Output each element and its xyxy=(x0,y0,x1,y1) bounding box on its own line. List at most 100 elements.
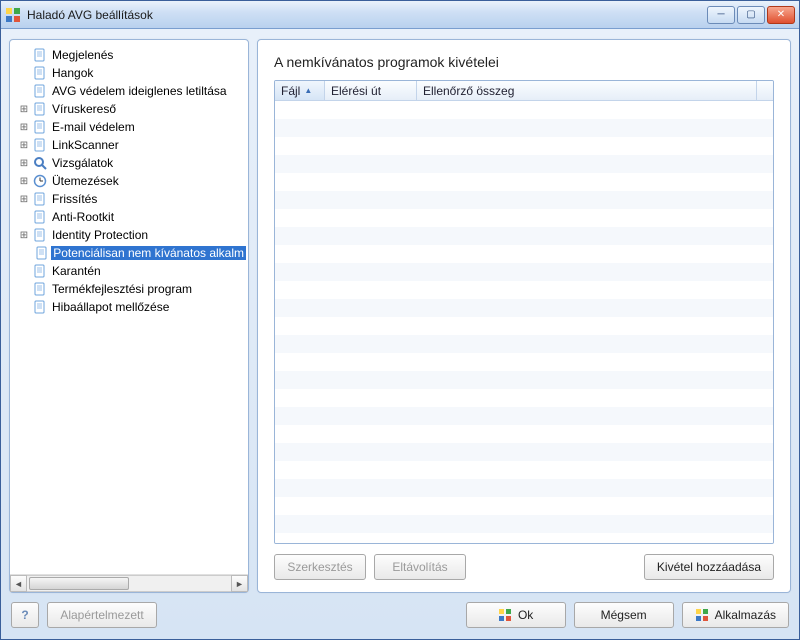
pane-title: A nemkívánatos programok kivételei xyxy=(274,54,774,70)
apply-label: Alkalmazás xyxy=(715,608,776,622)
tree-item[interactable]: AVG védelem ideiglenes letiltása xyxy=(14,82,246,100)
expand-icon[interactable]: ⊞ xyxy=(18,140,30,151)
tree-item[interactable]: ⊞ Frissítés xyxy=(14,190,246,208)
tree-item-label: Karantén xyxy=(50,264,103,278)
scroll-track[interactable] xyxy=(27,575,231,592)
tree-item-label: Hangok xyxy=(50,66,95,80)
ok-label: Ok xyxy=(518,608,533,622)
exceptions-table: Fájl ▲ Elérési út Ellenőrző összeg xyxy=(274,80,774,544)
ok-button[interactable]: Ok xyxy=(466,602,566,628)
shield-icon xyxy=(498,608,512,622)
doc-icon xyxy=(32,137,48,153)
scroll-thumb[interactable] xyxy=(29,577,129,590)
titlebar[interactable]: Haladó AVG beállítások ─ ▢ ✕ xyxy=(1,1,799,29)
tree-item-label: AVG védelem ideiglenes letiltása xyxy=(50,84,229,98)
remove-button[interactable]: Eltávolítás xyxy=(374,554,466,580)
apply-button[interactable]: Alkalmazás xyxy=(682,602,789,628)
nav-tree[interactable]: Megjelenés Hangok AVG védelem ideiglenes l… xyxy=(10,40,248,574)
tree-item-label: Vizsgálatok xyxy=(50,156,115,170)
expand-icon[interactable]: ⊞ xyxy=(18,158,30,169)
tree-item-label: Termékfejlesztési program xyxy=(50,282,194,296)
edit-button[interactable]: Szerkesztés xyxy=(274,554,366,580)
cancel-label: Mégsem xyxy=(601,608,647,622)
column-file-label: Fájl xyxy=(281,84,300,98)
doc-icon xyxy=(32,119,48,135)
window-title: Haladó AVG beállítások xyxy=(27,8,707,22)
column-path[interactable]: Elérési út xyxy=(325,81,417,100)
tree-item[interactable]: ⊞ Vizsgálatok xyxy=(14,154,246,172)
shield-icon xyxy=(695,608,709,622)
table-actions: Szerkesztés Eltávolítás Kivétel hozzáadá… xyxy=(274,554,774,580)
tree-item[interactable]: Karantén xyxy=(14,262,246,280)
defaults-label: Alapértelmezett xyxy=(60,608,143,622)
tree-item[interactable]: ⊞ LinkScanner xyxy=(14,136,246,154)
tree-item[interactable]: Termékfejlesztési program xyxy=(14,280,246,298)
column-file[interactable]: Fájl ▲ xyxy=(275,81,325,100)
nav-tree-panel: Megjelenés Hangok AVG védelem ideiglenes l… xyxy=(9,39,249,593)
doc-icon xyxy=(32,209,48,225)
maximize-button[interactable]: ▢ xyxy=(737,6,765,24)
column-path-label: Elérési út xyxy=(331,84,381,98)
tree-item-label: E-mail védelem xyxy=(50,120,137,134)
expand-icon[interactable]: ⊞ xyxy=(18,194,30,205)
doc-icon xyxy=(32,101,48,117)
tree-item[interactable]: Hangok xyxy=(14,64,246,82)
bottom-bar: ? Alapértelmezett Ok Mégsem Alkalmazás xyxy=(9,593,791,633)
window-controls: ─ ▢ ✕ xyxy=(707,6,795,24)
doc-icon xyxy=(35,245,49,261)
minimize-button[interactable]: ─ xyxy=(707,6,735,24)
client-area: Megjelenés Hangok AVG védelem ideiglenes l… xyxy=(1,29,799,639)
table-header: Fájl ▲ Elérési út Ellenőrző összeg xyxy=(275,81,773,101)
column-spacer xyxy=(757,81,773,100)
doc-icon xyxy=(32,65,48,81)
defaults-button[interactable]: Alapértelmezett xyxy=(47,602,157,628)
tree-item-label: Ütemezések xyxy=(50,174,121,188)
app-window: Haladó AVG beállítások ─ ▢ ✕ Megjelenés H… xyxy=(0,0,800,640)
remove-button-label: Eltávolítás xyxy=(392,560,447,574)
help-button[interactable]: ? xyxy=(11,602,39,628)
doc-icon xyxy=(32,281,48,297)
sort-asc-icon: ▲ xyxy=(304,86,312,95)
horizontal-scrollbar[interactable]: ◄ ► xyxy=(10,574,248,592)
tree-item[interactable]: ⊞ Identity Protection xyxy=(14,226,246,244)
tree-item-label: LinkScanner xyxy=(50,138,121,152)
add-exception-label: Kivétel hozzáadása xyxy=(657,560,761,574)
tree-item[interactable]: ⊞ Ütemezések xyxy=(14,172,246,190)
expand-icon[interactable]: ⊞ xyxy=(18,230,30,241)
add-exception-button[interactable]: Kivétel hozzáadása xyxy=(644,554,774,580)
doc-icon xyxy=(32,263,48,279)
doc-icon xyxy=(32,191,48,207)
cancel-button[interactable]: Mégsem xyxy=(574,602,674,628)
tree-item[interactable]: Potenciálisan nem kívánatos alkalm xyxy=(14,244,246,262)
tree-item-label: Hibaállapot mellőzése xyxy=(50,300,171,314)
tree-item-label: Identity Protection xyxy=(50,228,150,242)
tree-item-label: Anti-Rootkit xyxy=(50,210,116,224)
scroll-right-button[interactable]: ► xyxy=(231,575,248,592)
clock-icon xyxy=(32,173,48,189)
close-button[interactable]: ✕ xyxy=(767,6,795,24)
tree-item[interactable]: Megjelenés xyxy=(14,46,246,64)
magnifier-icon xyxy=(32,155,48,171)
content-panel: A nemkívánatos programok kivételei Fájl … xyxy=(257,39,791,593)
table-body[interactable] xyxy=(275,101,773,543)
tree-item-label: Víruskereső xyxy=(50,102,118,116)
tree-item-label: Frissítés xyxy=(50,192,99,206)
doc-icon xyxy=(32,299,48,315)
expand-icon[interactable]: ⊞ xyxy=(18,104,30,115)
scroll-left-button[interactable]: ◄ xyxy=(10,575,27,592)
expand-icon[interactable]: ⊞ xyxy=(18,122,30,133)
tree-item[interactable]: ⊞ Víruskereső xyxy=(14,100,246,118)
column-checksum[interactable]: Ellenőrző összeg xyxy=(417,81,757,100)
tree-item-label: Megjelenés xyxy=(50,48,115,62)
tree-item[interactable]: Hibaállapot mellőzése xyxy=(14,298,246,316)
tree-item-label: Potenciálisan nem kívánatos alkalm xyxy=(51,246,246,260)
doc-icon xyxy=(32,47,48,63)
doc-icon xyxy=(32,227,48,243)
tree-item[interactable]: Anti-Rootkit xyxy=(14,208,246,226)
edit-button-label: Szerkesztés xyxy=(287,560,352,574)
column-checksum-label: Ellenőrző összeg xyxy=(423,84,514,98)
tree-item[interactable]: ⊞ E-mail védelem xyxy=(14,118,246,136)
expand-icon[interactable]: ⊞ xyxy=(18,176,30,187)
app-icon xyxy=(5,7,21,23)
doc-icon xyxy=(32,83,48,99)
